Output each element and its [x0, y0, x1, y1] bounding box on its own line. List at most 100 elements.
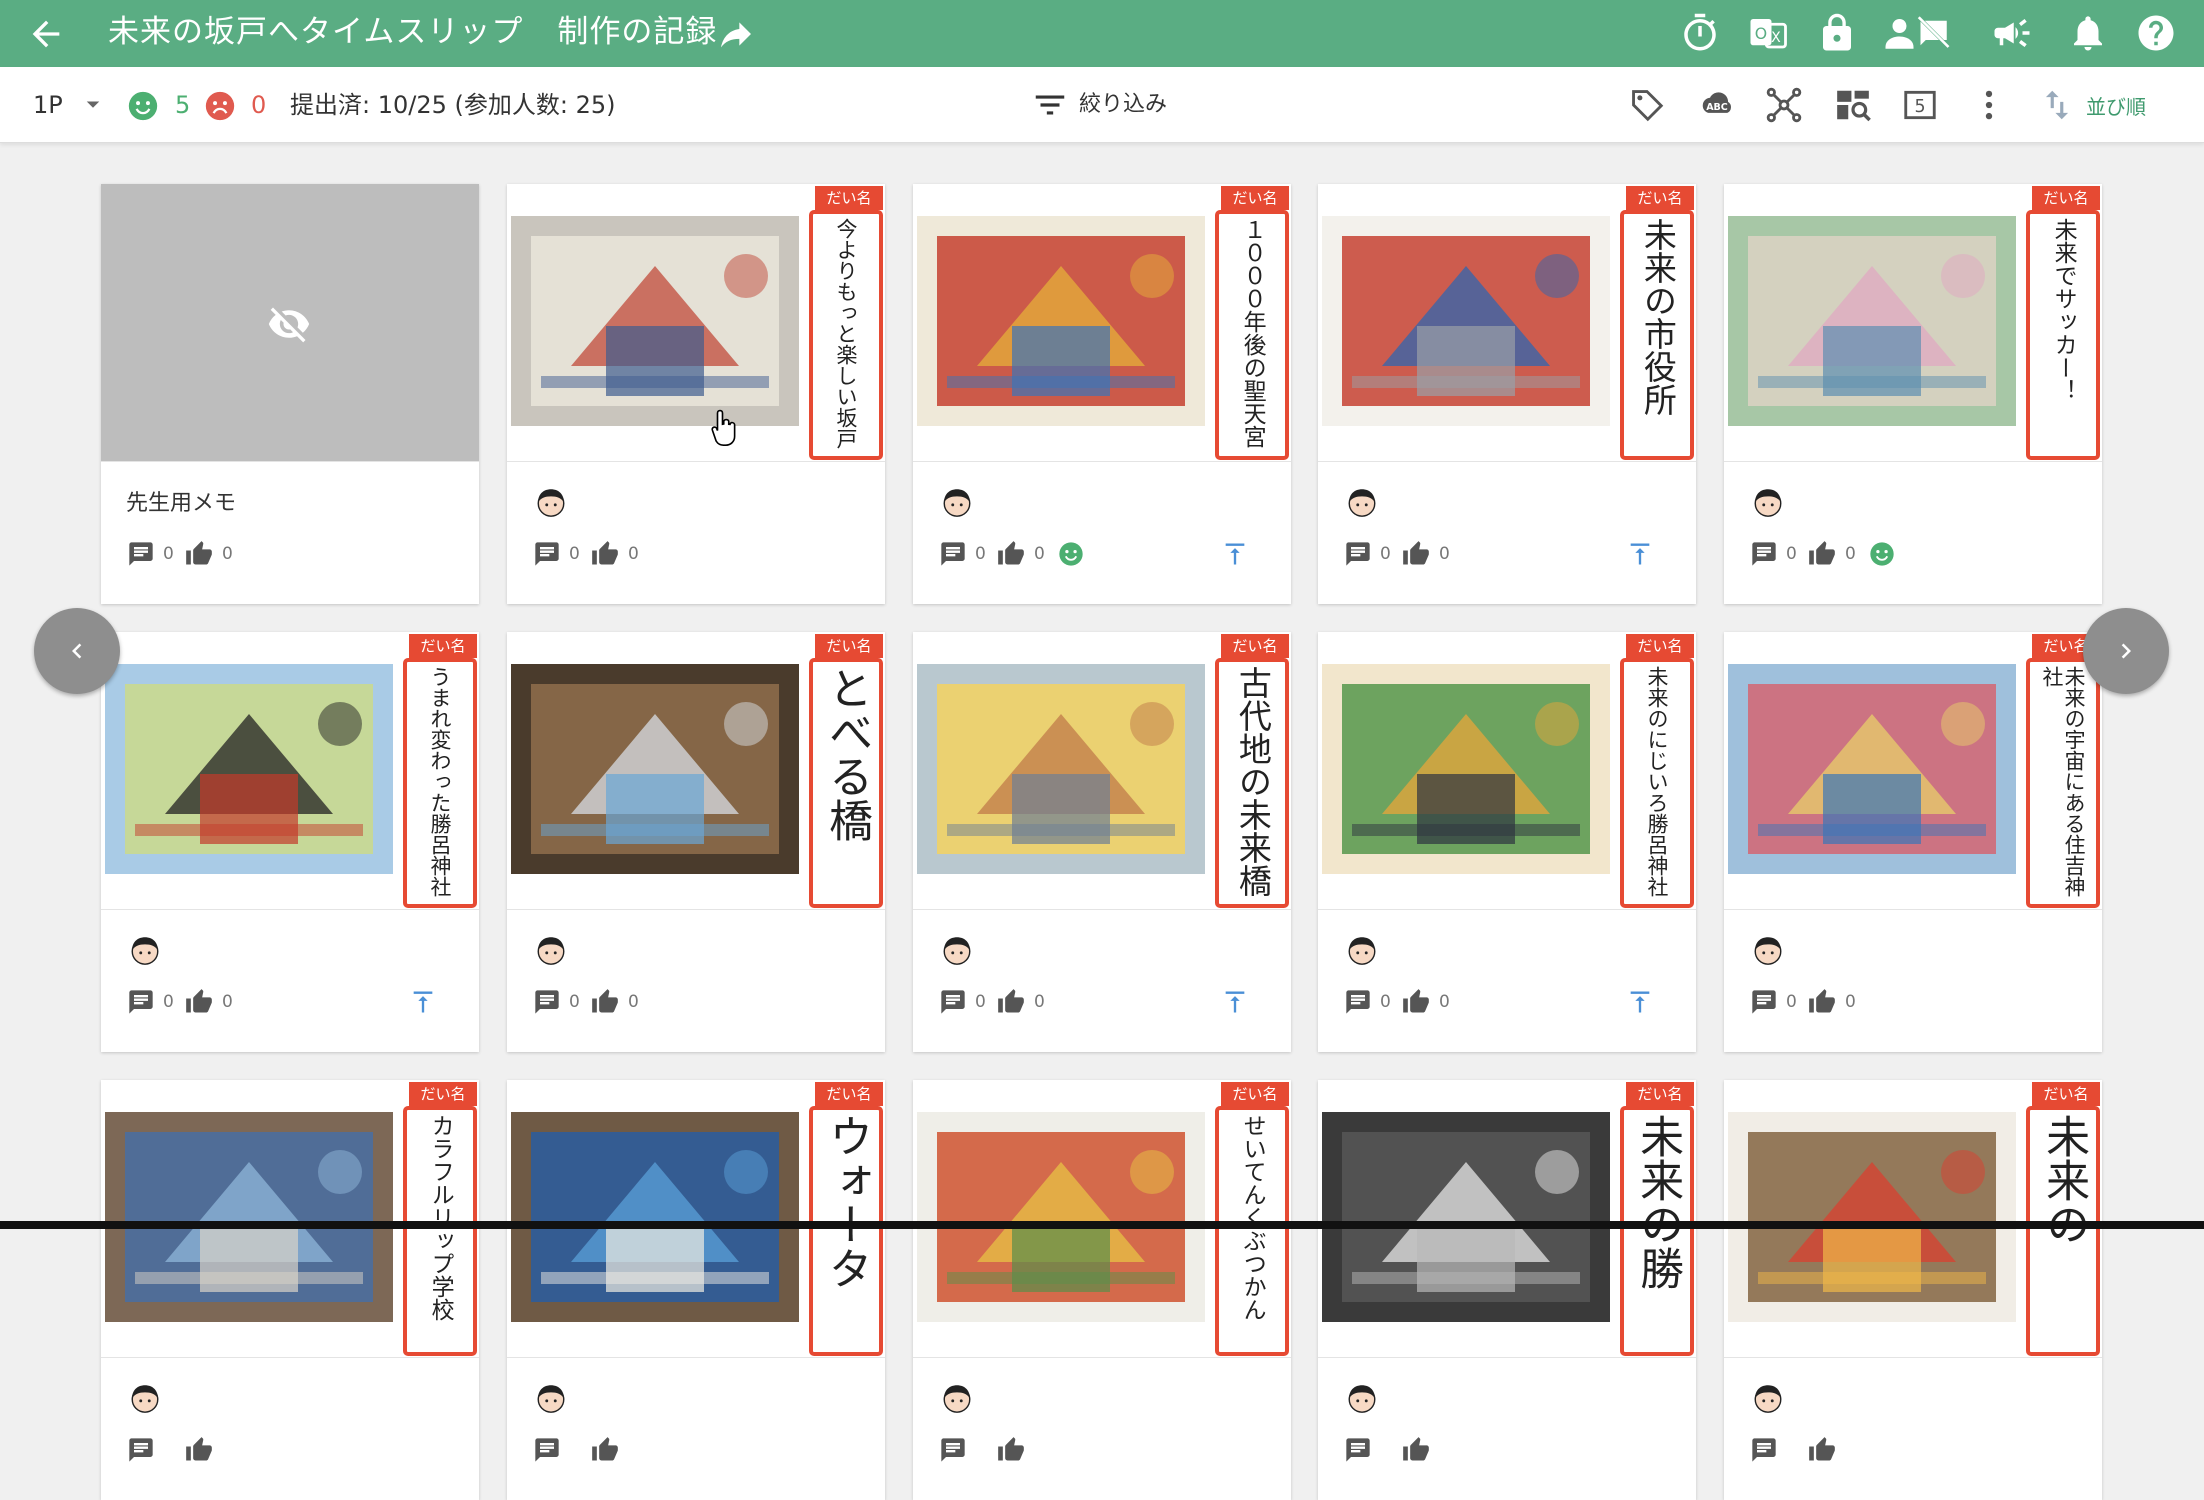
thumb-up-icon[interactable]	[1808, 1436, 1836, 1464]
thumb-up-icon[interactable]	[591, 988, 619, 1016]
bell-icon[interactable]	[2067, 12, 2109, 54]
smile-icon[interactable]	[126, 89, 160, 123]
comment-icon[interactable]	[127, 540, 155, 568]
thumb-up-icon[interactable]	[591, 540, 619, 568]
artwork-photo[interactable]	[917, 664, 1205, 874]
card-stats	[533, 1434, 853, 1464]
comment-count: 0	[975, 544, 986, 564]
filter-button[interactable]: 絞り込み	[1079, 89, 1167, 121]
smile-reaction-icon[interactable]	[1868, 540, 1896, 568]
artwork-photo[interactable]	[917, 1112, 1205, 1322]
comment-icon[interactable]	[533, 1436, 561, 1464]
announce-icon[interactable]	[1991, 12, 2033, 54]
hide-names-icon[interactable]	[1882, 12, 1952, 54]
artwork-photo[interactable]	[1728, 216, 2016, 426]
filter-icon[interactable]	[1031, 86, 1069, 124]
submission-card[interactable]: だい名 未来でサッカー！ 0 0	[1724, 184, 2102, 604]
artwork-photo[interactable]	[917, 216, 1205, 426]
thumb-up-icon[interactable]	[997, 988, 1025, 1016]
image-search-icon[interactable]	[1833, 86, 1873, 124]
artwork-photo[interactable]	[511, 1112, 799, 1322]
comment-icon[interactable]	[1344, 988, 1372, 1016]
sort-button[interactable]: 並び順	[2086, 91, 2146, 123]
svg-text:X: X	[1771, 30, 1781, 46]
comment-icon[interactable]	[127, 1436, 155, 1464]
comment-count: 0	[1380, 544, 1391, 564]
thumb-up-icon[interactable]	[997, 540, 1025, 568]
thumb-up-icon[interactable]	[1402, 1436, 1430, 1464]
comment-icon[interactable]	[533, 540, 561, 568]
comment-icon[interactable]	[1750, 1436, 1778, 1464]
sort-icon[interactable]	[2038, 86, 2076, 124]
help-icon[interactable]	[2135, 12, 2177, 54]
comment-icon[interactable]	[1344, 540, 1372, 568]
share-arrow-icon[interactable]	[716, 14, 756, 54]
artwork-photo[interactable]	[511, 664, 799, 874]
artwork-photo[interactable]	[105, 1112, 393, 1322]
artwork-photo[interactable]	[1728, 664, 2016, 874]
comment-icon[interactable]	[939, 1436, 967, 1464]
tag-icon[interactable]	[1628, 86, 1666, 124]
smile-reaction-icon[interactable]	[1057, 540, 1085, 568]
artwork-photo[interactable]	[105, 664, 393, 874]
thumb-up-icon[interactable]	[997, 1436, 1025, 1464]
thumb-up-icon[interactable]	[185, 1436, 213, 1464]
prev-page-button[interactable]	[34, 608, 120, 694]
submission-card[interactable]: だい名 とべる橋 0 0	[507, 632, 885, 1052]
spellcheck-icon[interactable]: ABC	[1696, 86, 1738, 124]
comment-icon[interactable]	[1750, 988, 1778, 1016]
comment-icon[interactable]	[939, 988, 967, 1016]
submission-card[interactable]: だい名 うまれ変わった勝呂神社 0 0	[101, 632, 479, 1052]
submission-card[interactable]: だい名 未来の	[1724, 1080, 2102, 1500]
submission-card[interactable]: だい名 未来のにじいろ勝呂神社 0 0	[1318, 632, 1696, 1052]
back-arrow-icon[interactable]	[26, 14, 66, 54]
submission-card[interactable]: だい名 古代地の未来橋 0 0	[913, 632, 1291, 1052]
thumb-up-icon[interactable]	[1402, 540, 1430, 568]
submission-card[interactable]: だい名 今よりもっと楽しい坂戸 0 0	[507, 184, 885, 604]
pin-to-top-icon[interactable]	[1626, 540, 1654, 568]
timer-icon[interactable]	[1679, 12, 1721, 54]
submission-card[interactable]: だい名 ウォータ	[507, 1080, 885, 1500]
artwork-photo[interactable]	[1322, 216, 1610, 426]
comment-count: 0	[1786, 992, 1797, 1012]
visibility-off-icon[interactable]	[267, 302, 311, 346]
page-selector[interactable]: 1P	[33, 89, 63, 121]
more-vert-icon[interactable]	[1970, 86, 2008, 124]
card-title-box: 未来でサッカー！	[2026, 210, 2100, 460]
artwork-photo[interactable]	[1728, 1112, 2016, 1322]
submission-card[interactable]: だい名 せいてんくぶつかん	[913, 1080, 1291, 1500]
teacher-memo-card[interactable]: 先生用メモ 0 0	[101, 184, 479, 604]
submission-card[interactable]: だい名 未来の市役所 0 0	[1318, 184, 1696, 604]
artwork-photo[interactable]	[511, 216, 799, 426]
thumb-up-icon[interactable]	[1808, 540, 1836, 568]
frown-icon[interactable]	[203, 89, 237, 123]
pin-to-top-icon[interactable]	[1221, 540, 1249, 568]
artwork-photo[interactable]	[1322, 1112, 1610, 1322]
next-page-button[interactable]	[2083, 608, 2169, 694]
thumb-up-icon[interactable]	[185, 540, 213, 568]
submission-card[interactable]: だい名 未来の勝	[1318, 1080, 1696, 1500]
thumb-up-icon[interactable]	[591, 1436, 619, 1464]
mind-map-icon[interactable]	[1765, 86, 1803, 124]
pin-to-top-icon[interactable]	[409, 988, 437, 1016]
submission-card[interactable]: だい名 カラフルリップ学校	[101, 1080, 479, 1500]
artwork-photo[interactable]	[1322, 664, 1610, 874]
submission-card[interactable]: だい名 未来の宇宙にある住吉神社 0 0	[1724, 632, 2102, 1052]
chevron-down-icon[interactable]	[78, 89, 108, 119]
comment-icon[interactable]	[533, 988, 561, 1016]
thumb-up-icon[interactable]	[1402, 988, 1430, 1016]
comment-icon[interactable]	[939, 540, 967, 568]
counter-5-icon[interactable]: 5	[1901, 86, 1939, 124]
card-media: だい名 未来の市役所	[1318, 184, 1696, 462]
thumb-up-icon[interactable]	[185, 988, 213, 1016]
comment-icon[interactable]	[127, 988, 155, 1016]
thumb-up-icon[interactable]	[1808, 988, 1836, 1016]
like-count: 0	[1034, 544, 1045, 564]
translate-icon[interactable]: OX	[1747, 12, 1789, 54]
comment-icon[interactable]	[1750, 540, 1778, 568]
submission-card[interactable]: だい名 １０００年後の聖天宮 0 0	[913, 184, 1291, 604]
pin-to-top-icon[interactable]	[1221, 988, 1249, 1016]
pin-to-top-icon[interactable]	[1626, 988, 1654, 1016]
comment-icon[interactable]	[1344, 1436, 1372, 1464]
lock-icon[interactable]	[1816, 12, 1858, 54]
